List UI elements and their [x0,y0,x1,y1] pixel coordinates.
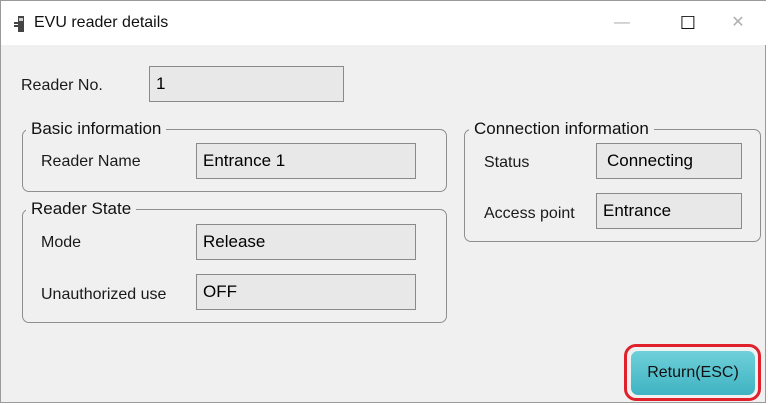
reader-name-field: Entrance 1 [196,143,416,179]
close-button[interactable]: ✕ [723,11,753,35]
basic-information-title: Basic information [26,119,167,139]
maximize-button[interactable]: ☐ [673,11,703,35]
card-reader-icon [14,16,24,32]
access-point-label: Access point [484,205,575,222]
return-button[interactable]: Return(ESC) [631,351,755,395]
status-label: Status [484,154,530,171]
reader-no-field: 1 [149,66,344,102]
reader-name-label: Reader Name [41,153,141,170]
reader-details-window: EVU reader details — ☐ ✕ Reader No. 1 Ba… [0,0,767,403]
reader-no-label: Reader No. [21,77,103,94]
unauthorized-use-label: Unauthorized use [41,286,167,303]
mode-label: Mode [41,234,82,251]
status-field: Connecting [596,143,742,179]
title-bar: EVU reader details — ☐ ✕ [1,1,767,45]
reader-state-title: Reader State [26,199,137,219]
unauthorized-use-field: OFF [196,274,416,310]
mode-field: Release [196,224,416,260]
window-title: EVU reader details [34,14,169,31]
minimize-button[interactable]: — [607,11,637,35]
connection-information-title: Connection information [469,119,654,139]
access-point-field: Entrance [596,193,742,229]
